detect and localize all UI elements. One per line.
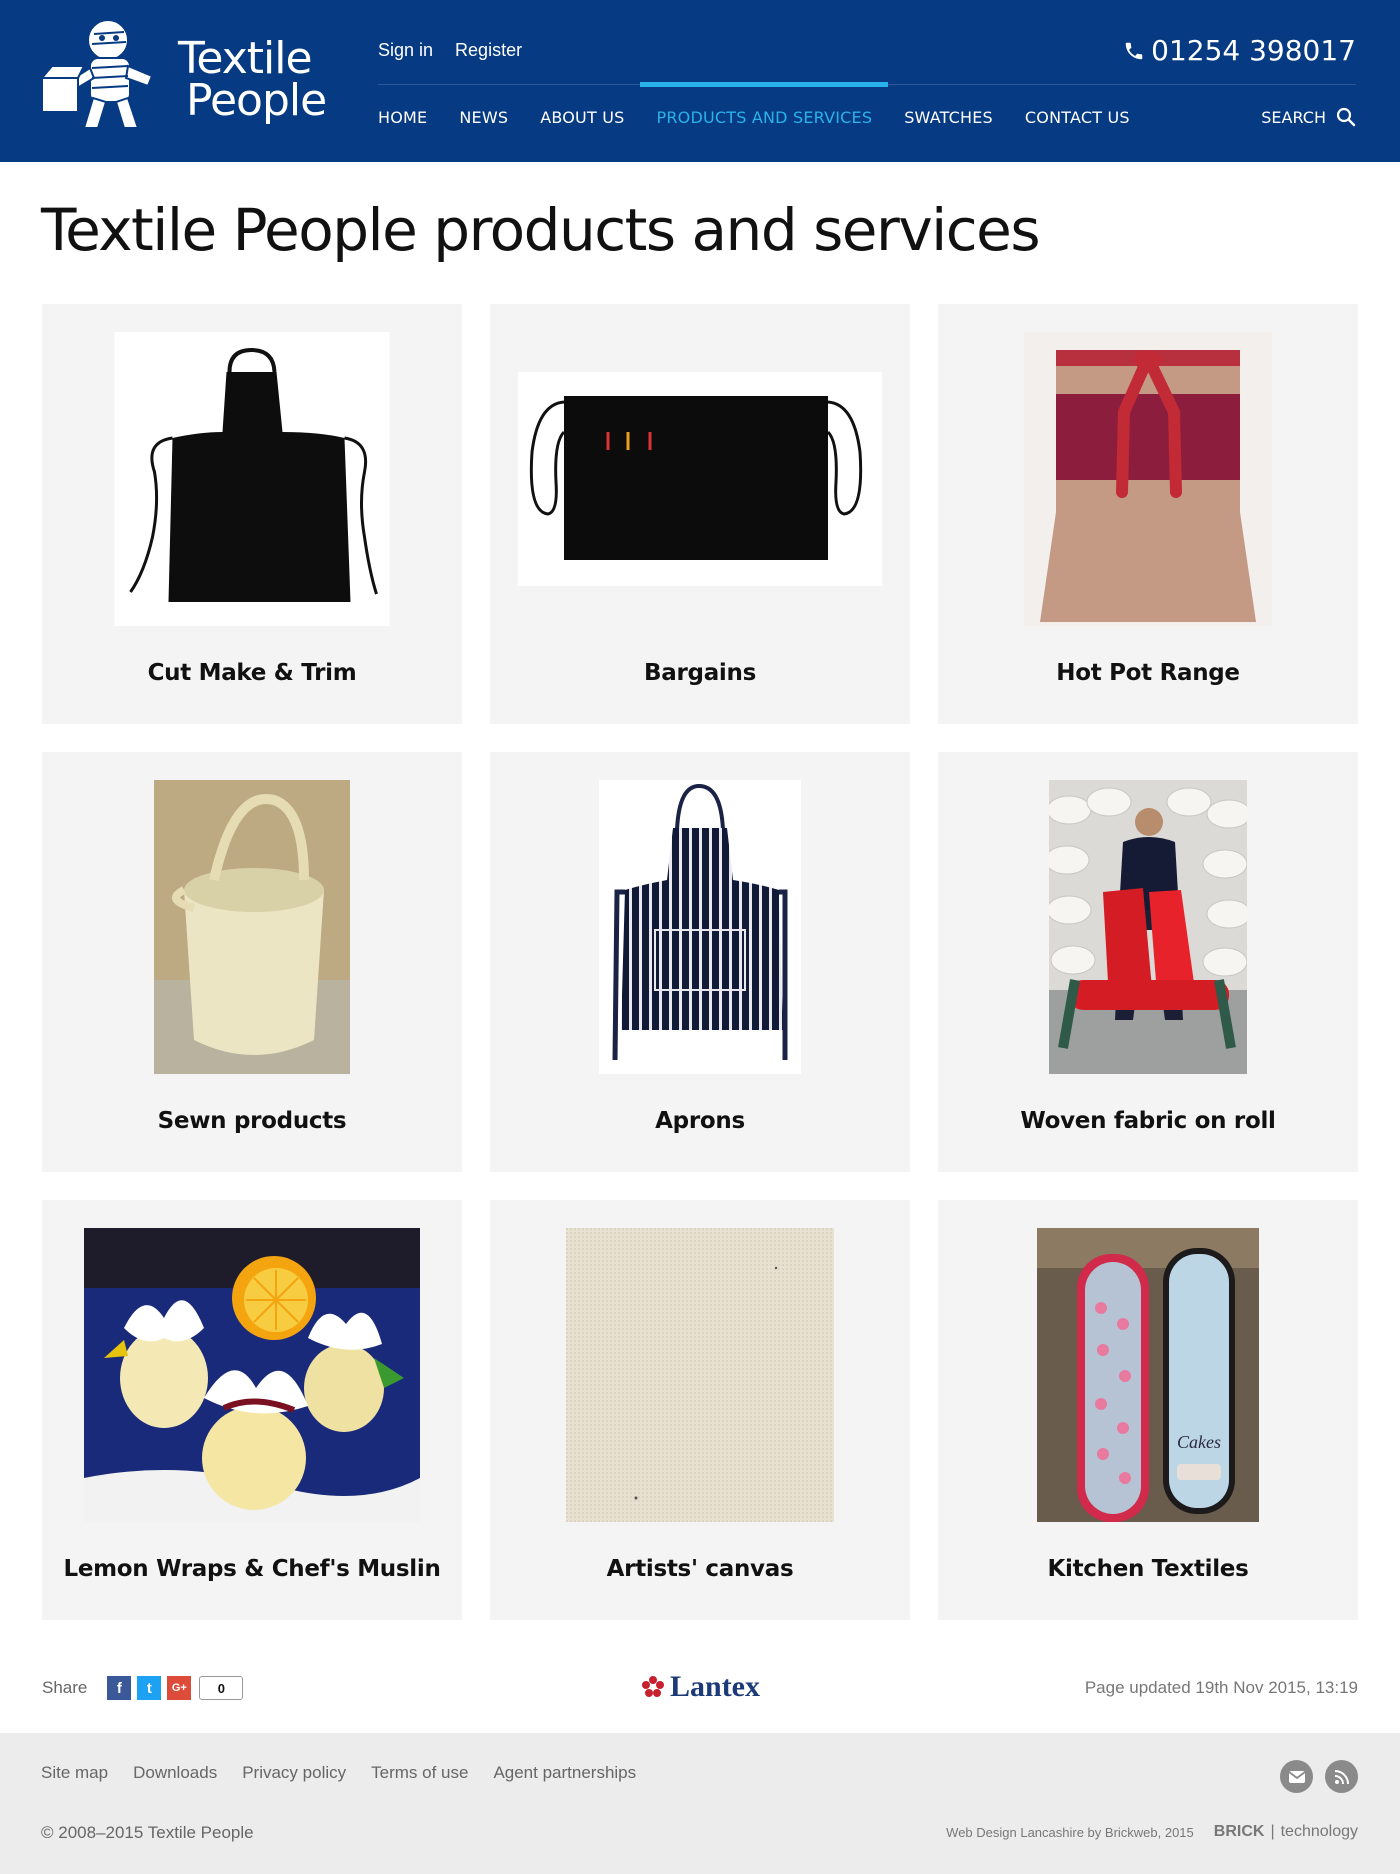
product-label: Sewn products (157, 1108, 347, 1134)
product-label: Artists' canvas (606, 1556, 794, 1582)
nav-news[interactable]: NEWS (443, 84, 524, 150)
product-card-lemon-wraps-chefs-muslin[interactable]: Lemon Wraps & Chef's Muslin (42, 1200, 462, 1620)
logo-line-1: Textile (178, 33, 313, 84)
nav-swatches[interactable]: SWATCHES (888, 84, 1009, 150)
main-nav: HOME NEWS ABOUT US PRODUCTS AND SERVICES… (378, 82, 1146, 150)
brick-word: BRICK (1213, 1823, 1265, 1840)
svg-text:Cakes: Cakes (1177, 1432, 1221, 1452)
phone-icon (1125, 42, 1143, 59)
search-label: SEARCH (1261, 107, 1326, 127)
page-updated: Page updated 19th Nov 2015, 13:19 (1084, 1678, 1358, 1697)
footer-icons (1280, 1760, 1358, 1793)
page-title: Textile People products and services (41, 196, 1041, 264)
footer-link-site-map[interactable]: Site map (41, 1763, 108, 1783)
footer-link-privacy-policy[interactable]: Privacy policy (242, 1763, 346, 1783)
product-image-canvas-bucket-bag (154, 780, 350, 1074)
product-label: Kitchen Textiles (1047, 1556, 1249, 1582)
site-footer: Site map Downloads Privacy policy Terms … (0, 1733, 1400, 1874)
product-label: Woven fabric on roll (1020, 1108, 1276, 1134)
user-links: Sign in Register (378, 40, 522, 61)
product-card-artists-canvas[interactable]: Artists' canvas (490, 1200, 910, 1620)
nav-about-us[interactable]: ABOUT US (524, 84, 640, 150)
rss-icon[interactable] (1325, 1760, 1358, 1793)
phone-number[interactable]: 01254 398017 (1123, 34, 1356, 67)
mummy-mascot-icon (39, 19, 154, 129)
logo-wordmark: Textile People (178, 33, 327, 126)
brick-technology-logo[interactable]: BRICK | technology (1214, 1823, 1358, 1841)
product-label: Lemon Wraps & Chef's Muslin (63, 1556, 441, 1582)
footer-link-agent-partnerships[interactable]: Agent partnerships (493, 1763, 636, 1783)
product-image-lemon-wraps (84, 1228, 420, 1522)
footer-link-downloads[interactable]: Downloads (133, 1763, 217, 1783)
logo-line-2: People (186, 75, 327, 126)
product-label: Cut Make & Trim (147, 660, 357, 686)
product-card-cut-make-trim[interactable]: Cut Make & Trim (42, 304, 462, 724)
brick-divider: | (1270, 1823, 1275, 1840)
product-label: Bargains (644, 660, 756, 686)
product-image-man-with-red-fabric-roll (1049, 780, 1247, 1074)
product-image-oven-gloves: Cakes (1037, 1228, 1259, 1522)
web-design-credit: Web Design Lancashire by Brickweb, 2015 … (946, 1823, 1358, 1841)
register-link[interactable]: Register (455, 40, 522, 61)
footer-link-terms-of-use[interactable]: Terms of use (371, 1763, 468, 1783)
phone-text: 01254 398017 (1151, 34, 1356, 67)
footer-links: Site map Downloads Privacy policy Terms … (41, 1763, 636, 1783)
nav-contact-us[interactable]: CONTACT US (1009, 84, 1146, 150)
search-icon (1336, 107, 1356, 127)
product-label: Hot Pot Range (1056, 660, 1240, 686)
email-icon[interactable] (1280, 1760, 1313, 1793)
share-count: 0 (199, 1676, 244, 1700)
product-image-canvas-texture (566, 1228, 834, 1522)
product-grid: Cut Make & Trim Bargains Hot Pot Range S… (42, 304, 1358, 1620)
product-image-black-waist-apron (518, 332, 882, 626)
nav-home[interactable]: HOME (378, 84, 443, 150)
facebook-icon[interactable]: f (107, 1676, 132, 1700)
share-label: Share (42, 1678, 88, 1697)
product-image-tan-red-waist-apron (1024, 332, 1272, 626)
site-logo[interactable]: Textile People (38, 16, 327, 140)
nav-products-and-services[interactable]: PRODUCTS AND SERVICES (640, 82, 888, 150)
product-card-sewn-products[interactable]: Sewn products (42, 752, 462, 1172)
product-label: Aprons (655, 1108, 745, 1134)
googleplus-icon[interactable]: G+ (167, 1676, 192, 1700)
credit-text[interactable]: Web Design Lancashire by Brickweb, 2015 (946, 1825, 1194, 1840)
share-widget: Share f t G+ 0 (42, 1676, 244, 1700)
copyright: © 2008–2015 Textile People (41, 1823, 254, 1842)
site-header: Textile People Sign in Register 01254 39… (0, 0, 1400, 162)
product-image-striped-bib-apron (599, 780, 801, 1074)
share-row: Share f t G+ 0 Lantex Page updated 19th … (42, 1668, 1358, 1708)
product-card-bargains[interactable]: Bargains (490, 304, 910, 724)
product-image-black-bib-apron (114, 332, 390, 626)
technology-word: technology (1280, 1823, 1358, 1840)
twitter-icon[interactable]: t (137, 1676, 162, 1700)
product-card-aprons[interactable]: Aprons (490, 752, 910, 1172)
product-card-hot-pot-range[interactable]: Hot Pot Range (938, 304, 1358, 724)
lantex-text: Lantex (670, 1670, 760, 1703)
product-card-woven-fabric-on-roll[interactable]: Woven fabric on roll (938, 752, 1358, 1172)
product-card-kitchen-textiles[interactable]: Cakes Kitchen Textiles (938, 1200, 1358, 1620)
lantex-logo[interactable]: Lantex (642, 1670, 760, 1704)
lantex-flower-icon (642, 1676, 664, 1697)
search-button[interactable]: SEARCH (1261, 84, 1356, 150)
sign-in-link[interactable]: Sign in (378, 40, 433, 61)
